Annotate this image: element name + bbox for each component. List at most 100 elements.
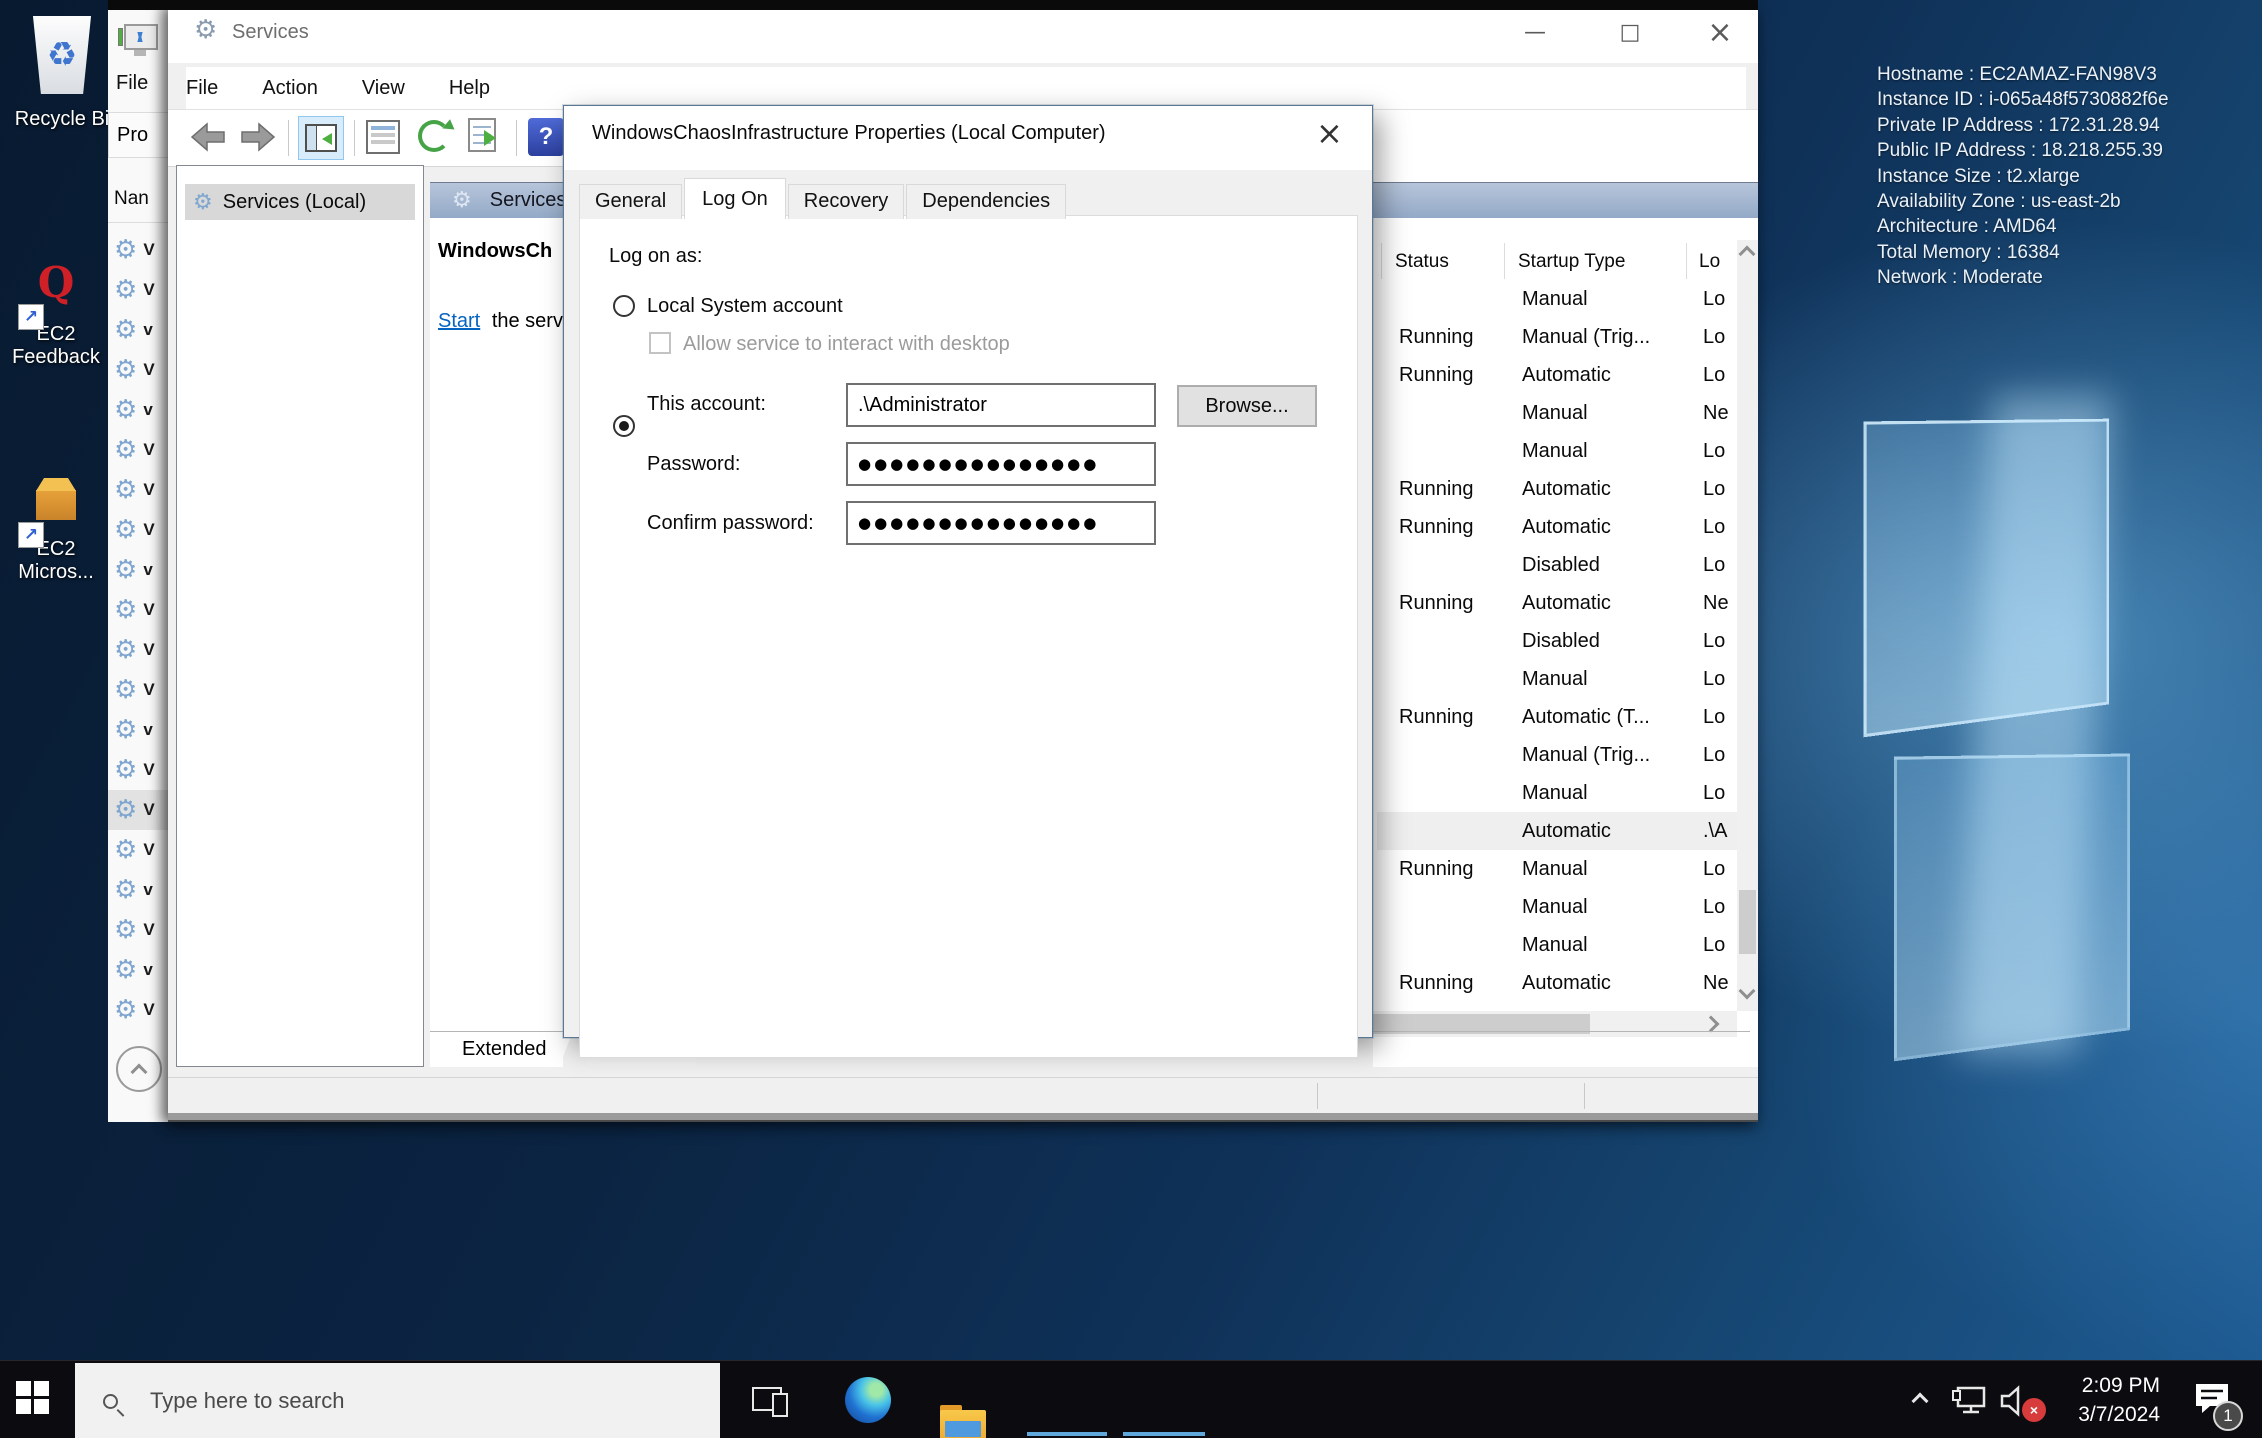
dialog-tab-log-on[interactable]: Log On (684, 178, 786, 219)
edge-browser-icon[interactable] (845, 1377, 891, 1423)
scroll-down-icon[interactable] (1739, 983, 1756, 1000)
desktop-icon-recycle-bin[interactable]: ♻ Recycle Bi (14, 16, 110, 131)
service-row[interactable]: ManualLo (1377, 660, 1739, 698)
this-account-radio[interactable] (613, 415, 635, 437)
service-row[interactable]: RunningAutomaticLo (1377, 356, 1739, 394)
bg-service-row[interactable]: ⚙V (108, 270, 168, 310)
service-row[interactable]: Automatic.\A (1377, 812, 1739, 850)
task-view-icon[interactable] (752, 1387, 782, 1411)
horizontal-scrollbar[interactable] (1373, 1011, 1737, 1037)
bg-toolbar-pro-button[interactable]: Pro (108, 112, 170, 158)
export-list-icon[interactable] (468, 118, 496, 152)
bg-service-row[interactable]: ⚙v (108, 390, 168, 430)
menu-view[interactable]: View (362, 77, 405, 100)
service-row[interactable]: ManualNe (1377, 394, 1739, 432)
column-separator[interactable] (1381, 243, 1382, 279)
password-input[interactable] (846, 442, 1156, 486)
service-row[interactable]: ManualLo (1377, 432, 1739, 470)
dialog-tab-dependencies[interactable]: Dependencies (906, 184, 1066, 219)
vertical-scroll-thumb[interactable] (1739, 890, 1756, 954)
local-system-radio[interactable] (613, 295, 635, 317)
scroll-right-icon[interactable] (1703, 1016, 1720, 1033)
file-explorer-icon[interactable] (940, 1405, 986, 1438)
bg-service-row[interactable]: ⚙V (108, 630, 168, 670)
bg-service-row[interactable]: ⚙V (108, 430, 168, 470)
dialog-tab-recovery[interactable]: Recovery (788, 184, 904, 219)
bg-service-row[interactable]: ⚙V (108, 470, 168, 510)
this-account-label[interactable]: This account: (647, 393, 766, 416)
desktop-icon-ec2-microservice[interactable]: ↗ EC2 Micros... (4, 478, 108, 584)
bg-service-row[interactable]: ⚙v (108, 950, 168, 990)
service-row[interactable]: ManualLo (1377, 926, 1739, 964)
taskbar-clock[interactable]: 2:09 PM 3/7/2024 (2040, 1371, 2160, 1429)
account-input[interactable] (846, 383, 1156, 427)
help-icon[interactable]: ? (528, 118, 564, 156)
menu-action[interactable]: Action (262, 77, 318, 100)
bg-service-row[interactable]: ⚙V (108, 830, 168, 870)
service-row[interactable]: DisabledLo (1377, 546, 1739, 584)
start-button[interactable] (16, 1381, 49, 1414)
properties-icon[interactable] (366, 120, 400, 154)
bg-service-row[interactable]: ⚙V (108, 510, 168, 550)
bg-service-row[interactable]: ⚙v (108, 870, 168, 910)
service-row[interactable]: RunningAutomaticLo (1377, 508, 1739, 546)
minimize-button[interactable]: — (1503, 7, 1567, 57)
service-row[interactable]: ManualLo (1377, 280, 1739, 318)
service-row[interactable]: RunningAutomatic (T...Lo (1377, 698, 1739, 736)
forward-arrow-icon[interactable] (240, 122, 276, 152)
bg-service-row[interactable]: ⚙V (108, 230, 168, 270)
refresh-icon[interactable] (418, 120, 450, 152)
bg-service-row[interactable]: ⚙V (108, 670, 168, 710)
service-row[interactable]: ManualLo (1377, 774, 1739, 812)
bg-service-row[interactable]: ⚙V (108, 790, 168, 830)
view-tab-extended[interactable]: Extended (436, 1032, 573, 1066)
dialog-tab-general[interactable]: General (579, 184, 682, 219)
network-icon[interactable] (1950, 1385, 1990, 1417)
column-separator[interactable] (1686, 243, 1687, 279)
scroll-up-icon[interactable] (1739, 246, 1756, 263)
bg-menu-file[interactable]: File (116, 72, 148, 95)
menu-file[interactable]: File (186, 77, 218, 100)
service-row[interactable]: RunningAutomaticNe (1377, 964, 1739, 1002)
desktop-icon-ec2-feedback[interactable]: Q ↗ EC2 Feedback (4, 258, 108, 369)
start-service-link[interactable]: Start (438, 310, 480, 332)
vertical-scrollbar[interactable] (1737, 240, 1758, 1011)
menu-help[interactable]: Help (449, 77, 490, 100)
bg-service-row[interactable]: ⚙V (108, 990, 168, 1030)
show-tree-icon[interactable] (298, 116, 344, 160)
cell-status: Running (1399, 356, 1474, 394)
back-arrow-icon[interactable] (190, 122, 226, 152)
service-row[interactable]: RunningAutomaticNe (1377, 584, 1739, 622)
bg-service-row[interactable]: ⚙V (108, 750, 168, 790)
service-row[interactable]: Manual (Trig...Lo (1377, 736, 1739, 774)
column-header-startup-type[interactable]: Startup Type (1518, 251, 1625, 273)
confirm-password-input[interactable] (846, 501, 1156, 545)
bg-service-row[interactable]: ⚙v (108, 310, 168, 350)
services-title-bar[interactable]: ⚙ Services — □ × (168, 5, 1758, 63)
service-row[interactable]: RunningManual (Trig...Lo (1377, 318, 1739, 356)
bg-service-row[interactable]: ⚙v (108, 550, 168, 590)
dialog-title-bar[interactable]: WindowsChaosInfrastructure Properties (L… (564, 106, 1372, 170)
bg-service-row[interactable]: ⚙V (108, 350, 168, 390)
local-system-label[interactable]: Local System account (647, 295, 843, 318)
service-row[interactable]: RunningAutomaticLo (1377, 470, 1739, 508)
maximize-button[interactable]: □ (1598, 7, 1662, 57)
bg-column-header-name[interactable]: Nan (114, 188, 149, 210)
browse-button[interactable]: Browse... (1177, 385, 1317, 427)
close-button[interactable]: × (1688, 7, 1752, 57)
tree-item-services-local[interactable]: ⚙ Services (Local) (185, 184, 415, 220)
dialog-close-icon[interactable]: × (1316, 114, 1343, 152)
column-header-log-on-as[interactable]: Lo (1699, 251, 1720, 273)
tray-expand-icon[interactable] (1912, 1393, 1929, 1410)
service-row[interactable]: RunningManualLo (1377, 850, 1739, 888)
bg-scroll-up-button[interactable] (116, 1046, 162, 1092)
column-separator[interactable] (1504, 243, 1505, 279)
column-header-status[interactable]: Status (1395, 251, 1449, 273)
service-row[interactable]: DisabledLo (1377, 622, 1739, 660)
taskbar-search[interactable]: Type here to search (75, 1363, 720, 1438)
bg-service-row[interactable]: ⚙V (108, 590, 168, 630)
service-row[interactable]: ManualLo (1377, 888, 1739, 926)
bg-service-row[interactable]: ⚙V (108, 910, 168, 950)
allow-desktop-checkbox[interactable] (649, 332, 671, 354)
bg-service-row[interactable]: ⚙v (108, 710, 168, 750)
